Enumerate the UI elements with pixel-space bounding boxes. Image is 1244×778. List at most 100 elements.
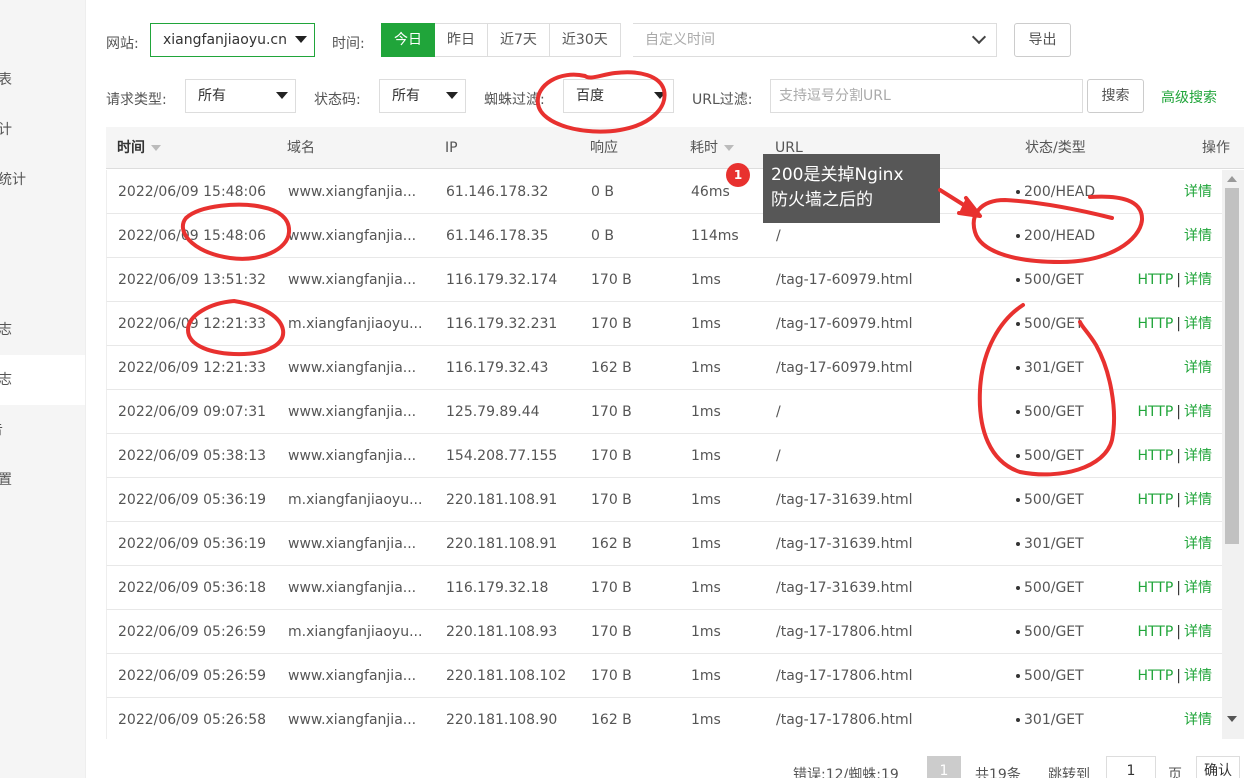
details-link[interactable]: 详情 xyxy=(1184,580,1212,596)
table-row: 2022/06/09 15:48:06 www.xiangfanjia... 61.… xyxy=(106,170,1222,214)
details-link[interactable]: 详情 xyxy=(1184,668,1212,684)
details-link[interactable]: 详情 xyxy=(1184,492,1212,508)
sidebar-item[interactable]: 局设置 xyxy=(0,455,85,505)
http-link[interactable]: HTTP xyxy=(1137,624,1173,640)
details-link[interactable]: 详情 xyxy=(1184,360,1212,376)
cell-duration: 1ms xyxy=(691,360,721,376)
status-text: 200/HEAD xyxy=(1024,184,1096,200)
scrollbar-thumb[interactable] xyxy=(1225,188,1239,544)
status-text: 500/GET xyxy=(1024,668,1084,684)
sidebar-item-label: 占列表 xyxy=(0,55,12,105)
cell-response: 170 B xyxy=(591,624,632,640)
custom-time-input[interactable]: 自定义时间 xyxy=(633,23,997,57)
cell-response: 170 B xyxy=(591,492,632,508)
cell-time: 2022/06/09 05:26:59 xyxy=(118,624,267,640)
status-dot-icon xyxy=(1016,630,1020,634)
sidebar-item[interactable]: 吴日志 xyxy=(0,305,85,355)
action-separator: | xyxy=(1176,668,1181,684)
http-link[interactable]: HTTP xyxy=(1137,492,1173,508)
details-link[interactable]: 详情 xyxy=(1184,272,1212,288)
action-separator: | xyxy=(1176,272,1181,288)
details-link[interactable]: 详情 xyxy=(1184,624,1212,640)
action-separator: | xyxy=(1176,580,1181,596)
cell-status: 500/GET xyxy=(1016,610,1116,654)
cell-ip: 220.181.108.91 xyxy=(446,492,558,508)
http-link[interactable]: HTTP xyxy=(1137,316,1173,332)
table-row: 2022/06/09 05:36:19 www.xiangfanjia... 220… xyxy=(106,522,1222,566)
status-text: 500/GET xyxy=(1024,492,1084,508)
time-button[interactable]: 昨日 xyxy=(435,23,488,57)
details-link[interactable]: 详情 xyxy=(1184,404,1212,420)
details-link[interactable]: 详情 xyxy=(1184,316,1212,332)
caret-down-icon xyxy=(654,92,666,99)
cell-response: 162 B xyxy=(591,712,632,728)
header-time[interactable]: 时间 xyxy=(117,127,161,169)
annotation-badge: 1 xyxy=(726,163,750,187)
spider-filter-select[interactable]: 百度 xyxy=(563,79,674,113)
details-link[interactable]: 详情 xyxy=(1184,228,1212,244)
details-link[interactable]: 详情 xyxy=(1184,184,1212,200)
table-row: 2022/06/09 05:36:19 m.xiangfanjiaoyu... 22… xyxy=(106,478,1222,522)
cell-actions: HTTP | 详情 xyxy=(1137,302,1212,346)
cell-duration: 1ms xyxy=(691,712,721,728)
action-separator: | xyxy=(1176,404,1181,420)
cell-duration: 1ms xyxy=(691,272,721,288)
scroll-down-icon[interactable] xyxy=(1227,716,1237,722)
pager-unit: 页 xyxy=(1168,767,1182,778)
cell-url: /tag-17-31639.html xyxy=(776,492,913,508)
page-current[interactable]: 1 xyxy=(927,756,961,778)
details-link[interactable]: 详情 xyxy=(1184,536,1212,552)
status-dot-icon xyxy=(1016,586,1020,590)
status-code-select[interactable]: 所有 xyxy=(379,79,466,113)
cell-ip: 116.179.32.231 xyxy=(446,316,558,332)
header-response: 响应 xyxy=(590,140,618,156)
sidebar-item[interactable]: 览 xyxy=(0,5,85,55)
time-label: 时间: xyxy=(332,36,365,52)
cell-actions: HTTP | 详情 xyxy=(1137,654,1212,698)
sidebar-item[interactable]: 占日志 xyxy=(0,355,85,405)
advanced-search-link[interactable]: 高级搜索 xyxy=(1161,87,1217,107)
cell-status: 500/GET xyxy=(1016,478,1116,522)
cell-domain: m.xiangfanjiaoyu... xyxy=(288,492,423,508)
url-filter-placeholder: 支持逗号分割URL xyxy=(779,88,891,104)
sidebar-item-label: 户端统计 xyxy=(0,172,26,188)
page-confirm-button[interactable]: 确认 xyxy=(1196,756,1240,778)
http-link[interactable]: HTTP xyxy=(1137,580,1173,596)
annotation-line-2: 防火墙之后的 xyxy=(771,190,873,210)
http-link[interactable]: HTTP xyxy=(1137,668,1173,684)
http-link[interactable]: HTTP xyxy=(1137,404,1173,420)
cell-ip: 220.181.108.102 xyxy=(446,668,567,684)
time-button[interactable]: 近30天 xyxy=(549,23,621,57)
sidebar-item[interactable]: 户端统计 xyxy=(0,155,85,205)
cell-domain: www.xiangfanjia... xyxy=(288,228,417,244)
action-separator: | xyxy=(1176,492,1181,508)
sidebar-item[interactable]: 东统计 xyxy=(0,105,85,155)
sidebar-item[interactable]: 占列表 xyxy=(0,55,85,105)
header-duration[interactable]: 耗时 xyxy=(690,127,734,169)
cell-duration: 1ms xyxy=(691,668,721,684)
cell-status: 500/GET xyxy=(1016,566,1116,610)
export-button[interactable]: 导出 xyxy=(1014,23,1071,57)
scroll-up-icon[interactable] xyxy=(1227,176,1237,182)
page-jump-input[interactable]: 1 xyxy=(1106,756,1156,778)
details-link[interactable]: 详情 xyxy=(1184,448,1212,464)
cell-url: /tag-17-60979.html xyxy=(776,272,913,288)
http-link[interactable]: HTTP xyxy=(1137,448,1173,464)
request-type-select[interactable]: 所有 xyxy=(185,79,296,113)
cell-domain: www.xiangfanjia... xyxy=(288,536,417,552)
site-select[interactable]: xiangfanjiaoyu.cn xyxy=(150,23,315,57)
details-link[interactable]: 详情 xyxy=(1184,712,1212,728)
time-range-buttons: 今日 昨日 近7天 近30天 xyxy=(381,23,621,57)
sidebar-item[interactable]: 统计 xyxy=(0,205,85,255)
search-button[interactable]: 搜索 xyxy=(1087,79,1144,113)
chevron-down-icon xyxy=(971,29,987,45)
time-button[interactable]: 今日 xyxy=(381,23,435,57)
header-ip: IP xyxy=(445,140,458,156)
sidebar-item[interactable]: 统计 xyxy=(0,255,85,305)
url-filter-input[interactable]: 支持逗号分割URL xyxy=(770,79,1083,113)
cell-duration: 1ms xyxy=(691,404,721,420)
cell-time: 2022/06/09 05:38:13 xyxy=(118,448,267,464)
sidebar-item[interactable]: -报告 xyxy=(0,405,85,455)
http-link[interactable]: HTTP xyxy=(1137,272,1173,288)
time-button[interactable]: 近7天 xyxy=(488,23,550,57)
